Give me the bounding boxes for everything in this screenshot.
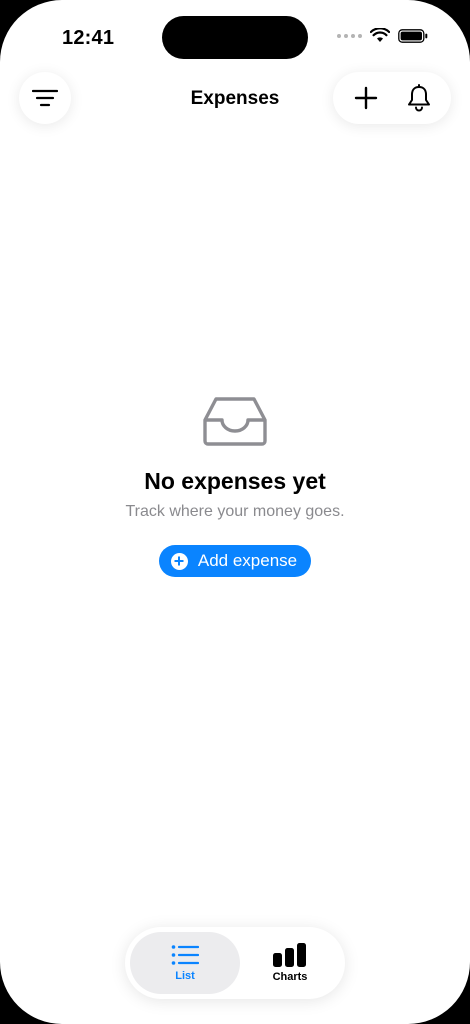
status-time: 12:41 [62, 27, 115, 49]
empty-state: No expenses yet Track where your money g… [0, 396, 470, 577]
add-expense-label: Add expense [197, 551, 298, 570]
plus-circle-icon [170, 552, 188, 570]
nav-actions [333, 72, 451, 124]
empty-state-title: No expenses yet [144, 468, 326, 494]
tab-list-label: List [175, 970, 195, 982]
tab-list[interactable]: List [130, 932, 240, 994]
status-indicators [337, 28, 428, 43]
tab-charts-label: Charts [272, 971, 308, 983]
empty-state-subtitle: Track where your money goes. [125, 503, 345, 520]
dynamic-island [162, 16, 308, 59]
notifications-button[interactable] [397, 76, 441, 120]
wifi-icon [370, 28, 390, 42]
tray-icon [203, 397, 267, 446]
cellular-signal-icon [337, 33, 362, 38]
tab-bar: List Charts [125, 927, 345, 999]
plus-icon [354, 86, 377, 110]
battery-icon [398, 28, 428, 43]
add-button[interactable] [344, 76, 388, 120]
bar-chart-icon [273, 943, 306, 967]
list-icon [171, 945, 199, 965]
bell-icon [407, 84, 430, 112]
add-expense-button[interactable]: Add expense [158, 545, 312, 577]
app-screen: 12:41 Expenses No expenses yet Track whe… [0, 0, 470, 1024]
tab-charts[interactable]: Charts [235, 932, 345, 994]
